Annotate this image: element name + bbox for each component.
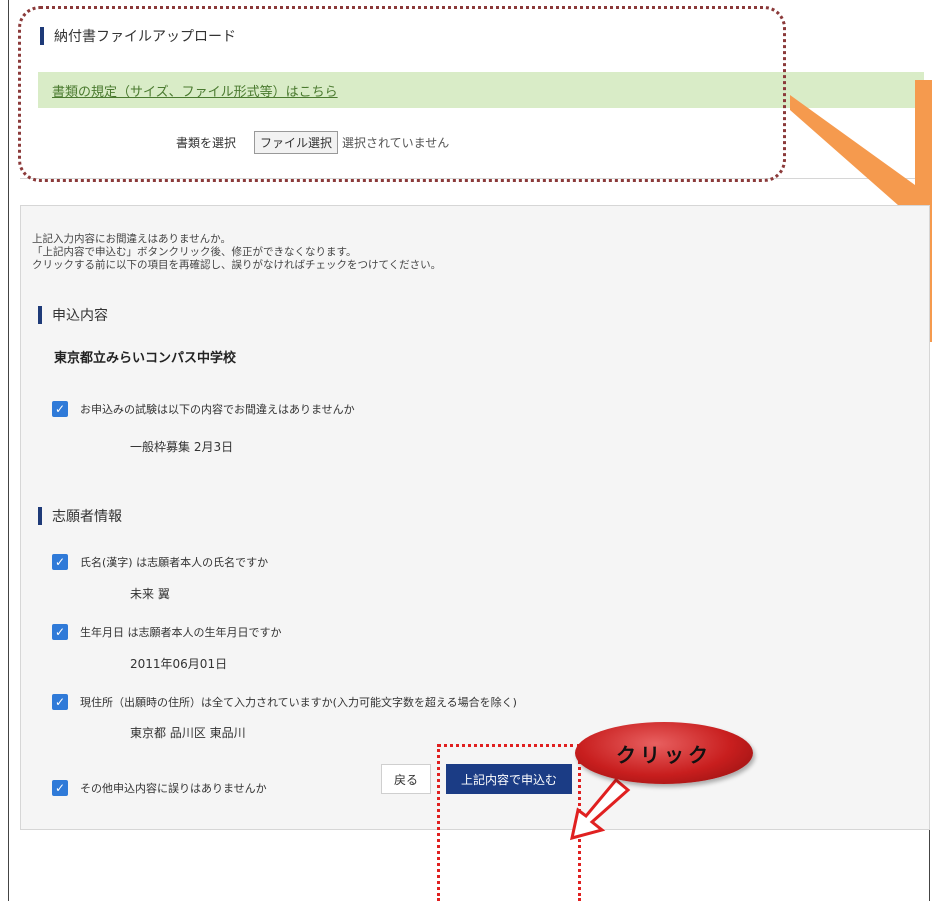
confirm-notice: 上記入力内容にお間違えはありませんか。 「上記内容で申込む」ボタンクリック後、修…: [32, 233, 441, 272]
address-confirm-row[interactable]: ✓ 現住所（出願時の住所）は全て入力されていますか(入力可能文字数を超える場合を…: [52, 694, 517, 710]
name-value: 未来 翼: [130, 587, 170, 601]
applicant-section-heading: 志願者情報: [38, 506, 122, 526]
applicant-section-title: 志願者情報: [52, 509, 122, 525]
birth-confirm-row[interactable]: ✓ 生年月日 は志願者本人の生年月日ですか: [52, 624, 282, 640]
notice-line: 「上記内容で申込む」ボタンクリック後、修正ができなくなります。: [32, 246, 357, 258]
checkbox-checked-icon[interactable]: ✓: [52, 780, 68, 796]
file-select-label: 書類を選択: [176, 136, 237, 150]
heading-accent-bar: [38, 507, 42, 525]
notice-line: クリックする前に以下の項目を再確認し、誤りがなければチェックをつけてください。: [32, 259, 442, 271]
file-select-row: 書類を選択 ファイル選択 選択されていません: [176, 131, 449, 154]
click-callout-text: クリック: [616, 742, 712, 767]
notice-line: 上記入力内容にお間違えはありませんか。: [32, 233, 231, 245]
checkbox-checked-icon[interactable]: ✓: [52, 694, 68, 710]
exam-value: 一般枠募集 2月3日: [130, 440, 234, 454]
address-value: 東京都 品川区 東品川: [130, 726, 246, 740]
birth-confirm-label: 生年月日 は志願者本人の生年月日ですか: [80, 626, 282, 639]
guide-link[interactable]: 書類の規定（サイズ、ファイル形式等）はこちら: [52, 81, 338, 100]
checkbox-checked-icon[interactable]: ✓: [52, 624, 68, 640]
upload-heading: 納付書ファイルアップロード: [40, 26, 236, 46]
file-select-button[interactable]: ファイル選択: [254, 131, 339, 154]
name-confirm-label: 氏名(漢字) は志願者本人の氏名ですか: [80, 556, 269, 569]
upload-heading-text: 納付書ファイルアップロード: [54, 29, 236, 45]
back-button[interactable]: 戻る: [381, 764, 431, 794]
school-name: 東京都立みらいコンパス中学校: [54, 351, 237, 366]
frame-border-left: [8, 0, 9, 901]
checkbox-checked-icon[interactable]: ✓: [52, 401, 68, 417]
heading-accent-bar: [38, 306, 42, 324]
arrow-down-left-icon: [570, 777, 631, 841]
address-confirm-label: 現住所（出願時の住所）は全て入力されていますか(入力可能文字数を超える場合を除く…: [80, 696, 517, 709]
application-section-heading: 申込内容: [38, 305, 108, 325]
checkbox-checked-icon[interactable]: ✓: [52, 554, 68, 570]
name-confirm-row[interactable]: ✓ 氏名(漢字) は志願者本人の氏名ですか: [52, 554, 268, 570]
birth-value: 2011年06月01日: [130, 657, 228, 671]
other-confirm-row[interactable]: ✓ その他申込内容に誤りはありませんか: [52, 780, 267, 796]
exam-confirm-row[interactable]: ✓ お申込みの試験は以下の内容でお間違えはありませんか: [52, 401, 355, 417]
exam-confirm-label: お申込みの試験は以下の内容でお間違えはありませんか: [80, 403, 355, 416]
heading-accent-bar: [40, 27, 44, 45]
click-callout: クリック: [575, 722, 753, 784]
page-frame: 納付書ファイルアップロード 書類の規定（サイズ、ファイル形式等）はこちら 書類を…: [0, 0, 932, 901]
other-confirm-label: その他申込内容に誤りはありませんか: [80, 782, 267, 795]
application-section-title: 申込内容: [52, 308, 108, 324]
file-status-text: 選択されていません: [342, 136, 450, 150]
